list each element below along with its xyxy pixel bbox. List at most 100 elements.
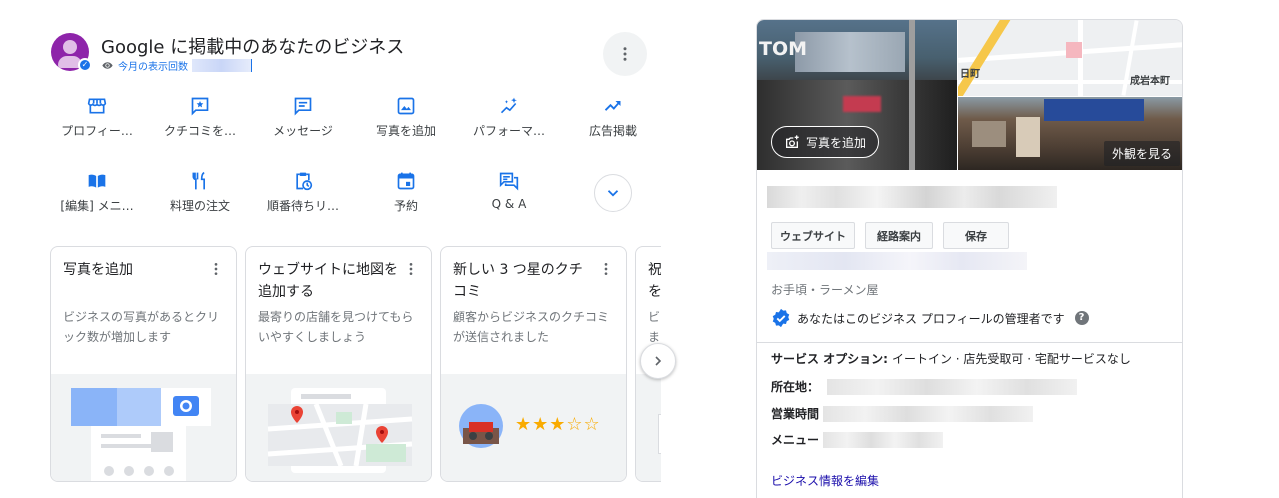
- monthly-views[interactable]: 今月の表示回数: [101, 58, 252, 73]
- card-title: ウェブサイトに地図を追加する: [258, 262, 398, 300]
- location-map-thumbnail[interactable]: 日町 成岩本町: [958, 20, 1182, 96]
- avatar[interactable]: ✓: [51, 33, 92, 72]
- eye-icon: [102, 62, 113, 69]
- action-label: [編集] メニ…: [60, 199, 134, 213]
- blue-awning: [1044, 99, 1144, 121]
- card-illustration: [51, 374, 236, 481]
- menu-link-blurred[interactable]: [823, 431, 944, 448]
- rating-blurred: [767, 252, 1027, 270]
- card-illustration-edge: [658, 414, 661, 454]
- business-profile-panel: TOM 写真を追加 日町 成岩本町 外観を見る ウェブサイト 経路案内 保存 お…: [756, 19, 1183, 498]
- photo-upload-illustration: [71, 388, 211, 481]
- card-add-photo[interactable]: 写真を追加 ビジネスの写真があるとクリック数が増加します: [50, 246, 237, 482]
- card-description: 顧客からビジネスのクチコミが送信されました: [453, 310, 610, 344]
- action-profile[interactable]: プロフィー…: [47, 96, 147, 139]
- door: [1016, 117, 1040, 157]
- chevron-down-icon: [607, 190, 619, 197]
- owner-status: あなたはこのビジネス プロフィールの管理者です ?: [771, 308, 1089, 328]
- waitlist-clipboard-icon: [296, 172, 313, 191]
- storefront-icon: [87, 98, 107, 114]
- action-label: クチコミを…: [163, 124, 236, 138]
- map-pin-blurred: [1066, 42, 1082, 58]
- views-count-blurred: [192, 59, 252, 72]
- action-label: Q & A: [491, 197, 527, 211]
- more-options-button[interactable]: [603, 32, 647, 76]
- action-reviews[interactable]: クチコミを…: [150, 96, 250, 139]
- more-vert-icon[interactable]: [598, 261, 614, 277]
- action-add-photo[interactable]: 写真を追加: [356, 96, 456, 139]
- action-label: メッセージ: [273, 124, 333, 138]
- more-vert-icon[interactable]: [208, 261, 224, 277]
- card-description: ビジネスの写真があるとクリック数が増加します: [63, 310, 220, 344]
- address-row: 所在地：: [771, 378, 1078, 395]
- menu-book-icon: [88, 174, 106, 188]
- add-photo-icon: [786, 135, 799, 148]
- action-label: 順番待ちリ…: [266, 199, 339, 213]
- action-messages[interactable]: メッセージ: [253, 96, 353, 139]
- trending-up-icon: [604, 101, 621, 111]
- card-description: 最寄りの店舗を見つけてもらいやすくしましょう: [258, 310, 414, 344]
- review-star-icon: [191, 97, 209, 116]
- action-label: 広告掲載: [588, 124, 637, 138]
- help-icon[interactable]: ?: [1074, 311, 1089, 325]
- action-label: 料理の注文: [169, 199, 230, 213]
- card-title: 写真を追加: [63, 262, 133, 278]
- action-label: プロフィー…: [61, 124, 133, 138]
- map-road: [1078, 20, 1083, 96]
- action-qa[interactable]: Q & A: [459, 171, 559, 211]
- message-icon: [294, 97, 312, 116]
- action-edit-menu[interactable]: [編集] メニ…: [47, 171, 147, 214]
- hours-blurred: [823, 405, 1034, 422]
- business-name-blurred: [767, 186, 1057, 208]
- menu-label: メニュー: [771, 433, 820, 447]
- sign-blurred: [795, 32, 905, 72]
- storefront-photo[interactable]: TOM 写真を追加: [757, 20, 957, 170]
- save-button[interactable]: 保存: [943, 222, 1009, 249]
- carousel-next-button[interactable]: [640, 343, 676, 379]
- card-illustration: ★★★☆☆: [441, 374, 626, 481]
- card-add-map[interactable]: ウェブサイトに地図を追加する 最寄りの店舗を見つけてもらいやすくしましょう: [245, 246, 432, 482]
- hours-label: 営業時間: [771, 407, 820, 421]
- service-options-value: イートイン · 店先受取可 · 宅配サービスなし: [891, 352, 1131, 366]
- review-stars: ★★★☆☆: [515, 414, 601, 435]
- website-button[interactable]: ウェブサイト: [771, 222, 855, 249]
- action-reservation[interactable]: 予約: [356, 171, 456, 214]
- address-label: 所在地：: [771, 380, 820, 394]
- verified-badge-icon: [772, 308, 790, 328]
- edit-business-info-link[interactable]: ビジネス情報を編集: [771, 472, 879, 489]
- directions-button[interactable]: 経路案内: [865, 222, 933, 249]
- action-food-order[interactable]: 料理の注文: [150, 171, 250, 214]
- map-illustration: [267, 388, 413, 473]
- action-waitlist[interactable]: 順番待ちリ…: [253, 171, 353, 214]
- card-new-review[interactable]: 新しい 3 つ星のクチコミ 顧客からビジネスのクチコミが送信されました ★★★☆…: [440, 246, 627, 482]
- exterior-photo[interactable]: 外観を見る: [958, 97, 1182, 170]
- action-label: 写真を追加: [375, 124, 436, 138]
- hours-row: 営業時間: [771, 405, 1034, 422]
- business-category: お手頃・ラーメン屋: [771, 283, 879, 297]
- verified-check-icon: ✓: [78, 58, 92, 72]
- owner-text: あなたはこのビジネス プロフィールの管理者です: [797, 311, 1065, 326]
- card-title: 新しい 3 つ星のクチコミ: [453, 262, 583, 300]
- action-performance[interactable]: パフォーマ…: [459, 96, 559, 139]
- more-vert-icon: [623, 47, 627, 61]
- reviewer-avatar: [459, 404, 503, 448]
- card-title: 祝を: [648, 262, 661, 300]
- service-options-row: サービス オプション: イートイン · 店先受取可 · 宅配サービスなし: [771, 350, 1131, 367]
- menu-row: メニュー: [771, 431, 944, 448]
- show-more-actions-button[interactable]: [594, 174, 632, 212]
- views-label: 今月の表示回数: [118, 62, 188, 73]
- page-title: Google に掲載中のあなたのビジネス: [101, 37, 405, 58]
- chevron-right-icon: [655, 356, 662, 366]
- action-ads[interactable]: 広告掲載: [563, 96, 663, 139]
- performance-sparkle-icon: [500, 97, 517, 114]
- service-options-label: サービス オプション:: [771, 352, 888, 366]
- view-exterior-label[interactable]: 外観を見る: [1103, 141, 1180, 166]
- add-photo-button[interactable]: 写真を追加: [771, 126, 880, 158]
- more-vert-icon[interactable]: [403, 261, 419, 277]
- red-sign-blurred: [843, 96, 881, 112]
- photo-icon: [397, 97, 415, 115]
- add-photo-label: 写真を追加: [806, 135, 867, 150]
- utility-pole: [909, 20, 915, 170]
- avatar-head: [63, 40, 77, 54]
- card-illustration: [636, 374, 661, 481]
